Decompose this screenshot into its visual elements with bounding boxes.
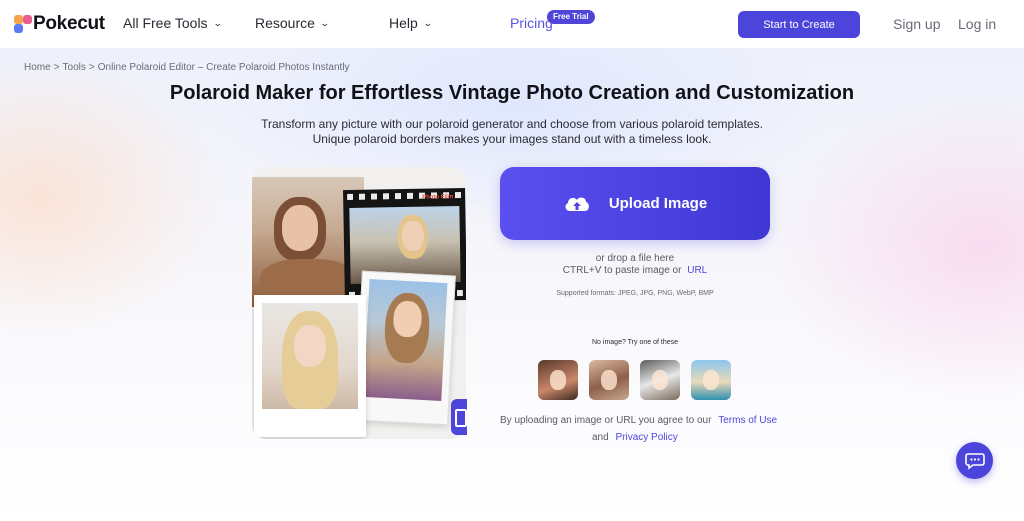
breadcrumb-current: Online Polaroid Editor – Create Polaroid… [97, 62, 350, 73]
subtitle-line: Transform any picture with our polaroid … [261, 117, 763, 131]
chevron-down-icon: ⌄ [422, 17, 433, 28]
page-title: Polaroid Maker for Effortless Vintage Ph… [169, 82, 855, 104]
sample-image-3[interactable] [640, 360, 680, 400]
chat-icon [964, 452, 985, 470]
breadcrumb-separator: > [53, 62, 60, 73]
top-navigation-bar: Pokecut All Free Tools ⌄ Resource ⌄ Help… [0, 0, 1024, 48]
drop-hint: or drop a file here [595, 253, 675, 264]
chevron-down-icon: ⌄ [319, 17, 330, 28]
breadcrumb-home[interactable]: Home [24, 62, 51, 73]
paste-hint-row: CTRL+V to paste image or URL [500, 265, 770, 276]
sign-up-link[interactable]: Sign up [893, 16, 940, 32]
side-app-icon[interactable] [451, 399, 467, 435]
sample-images [538, 360, 731, 400]
cloud-upload-icon [563, 193, 591, 215]
terms-line-2: and Privacy Policy [592, 432, 678, 443]
nav-resource[interactable]: Resource ⌄ [255, 15, 330, 31]
nav-all-free-tools[interactable]: All Free Tools ⌄ [123, 15, 223, 31]
terms-line-1: By uploading an image or URL you agree t… [500, 415, 777, 426]
free-trial-badge: Free Trial [547, 10, 595, 24]
polaroid-collage-illustration: Photo Film [252, 167, 466, 439]
terms-text: By uploading an image or URL you agree t… [500, 415, 712, 426]
breadcrumb: Home > Tools > Online Polaroid Editor – Crea… [24, 62, 350, 73]
upload-image-button[interactable]: Upload Image [500, 167, 770, 240]
nav-label: Help [389, 15, 418, 31]
page-subtitle: Transform any picture with our polaroid … [0, 117, 1024, 147]
nav-help[interactable]: Help ⌄ [389, 15, 433, 31]
start-to-create-button[interactable]: Start to Create [738, 11, 860, 38]
nav-label: All Free Tools [123, 15, 208, 31]
terms-of-use-link[interactable]: Terms of Use [718, 415, 777, 426]
sample-image-1[interactable] [538, 360, 578, 400]
polaroid-photo-smiling [354, 270, 456, 426]
sample-image-4[interactable] [691, 360, 731, 400]
polaroid-photo-blonde [254, 295, 366, 437]
paste-hint: CTRL+V to paste image or [562, 265, 682, 276]
terms-and: and [592, 432, 609, 443]
sample-prompt: No image? Try one of these [592, 339, 678, 346]
supported-formats: Supported formats: JPEG, JPG, PNG, WebP,… [556, 290, 714, 297]
upload-button-label: Upload Image [608, 195, 708, 212]
log-in-link[interactable]: Log in [958, 16, 996, 32]
breadcrumb-separator: > [88, 62, 95, 73]
chat-support-button[interactable] [956, 442, 993, 479]
breadcrumb-tools[interactable]: Tools [63, 62, 86, 73]
privacy-policy-link[interactable]: Privacy Policy [615, 432, 677, 443]
nav-label: Resource [255, 15, 315, 31]
sample-image-2[interactable] [589, 360, 629, 400]
logo-mark-icon [14, 15, 32, 33]
pokecut-logo[interactable]: Pokecut [14, 13, 105, 35]
url-link[interactable]: URL [687, 265, 707, 276]
subtitle-line: Unique polaroid borders makes your image… [312, 132, 712, 146]
brand-name: Pokecut [33, 13, 105, 34]
chevron-down-icon: ⌄ [212, 17, 223, 28]
film-label: Photo Film [422, 194, 454, 201]
